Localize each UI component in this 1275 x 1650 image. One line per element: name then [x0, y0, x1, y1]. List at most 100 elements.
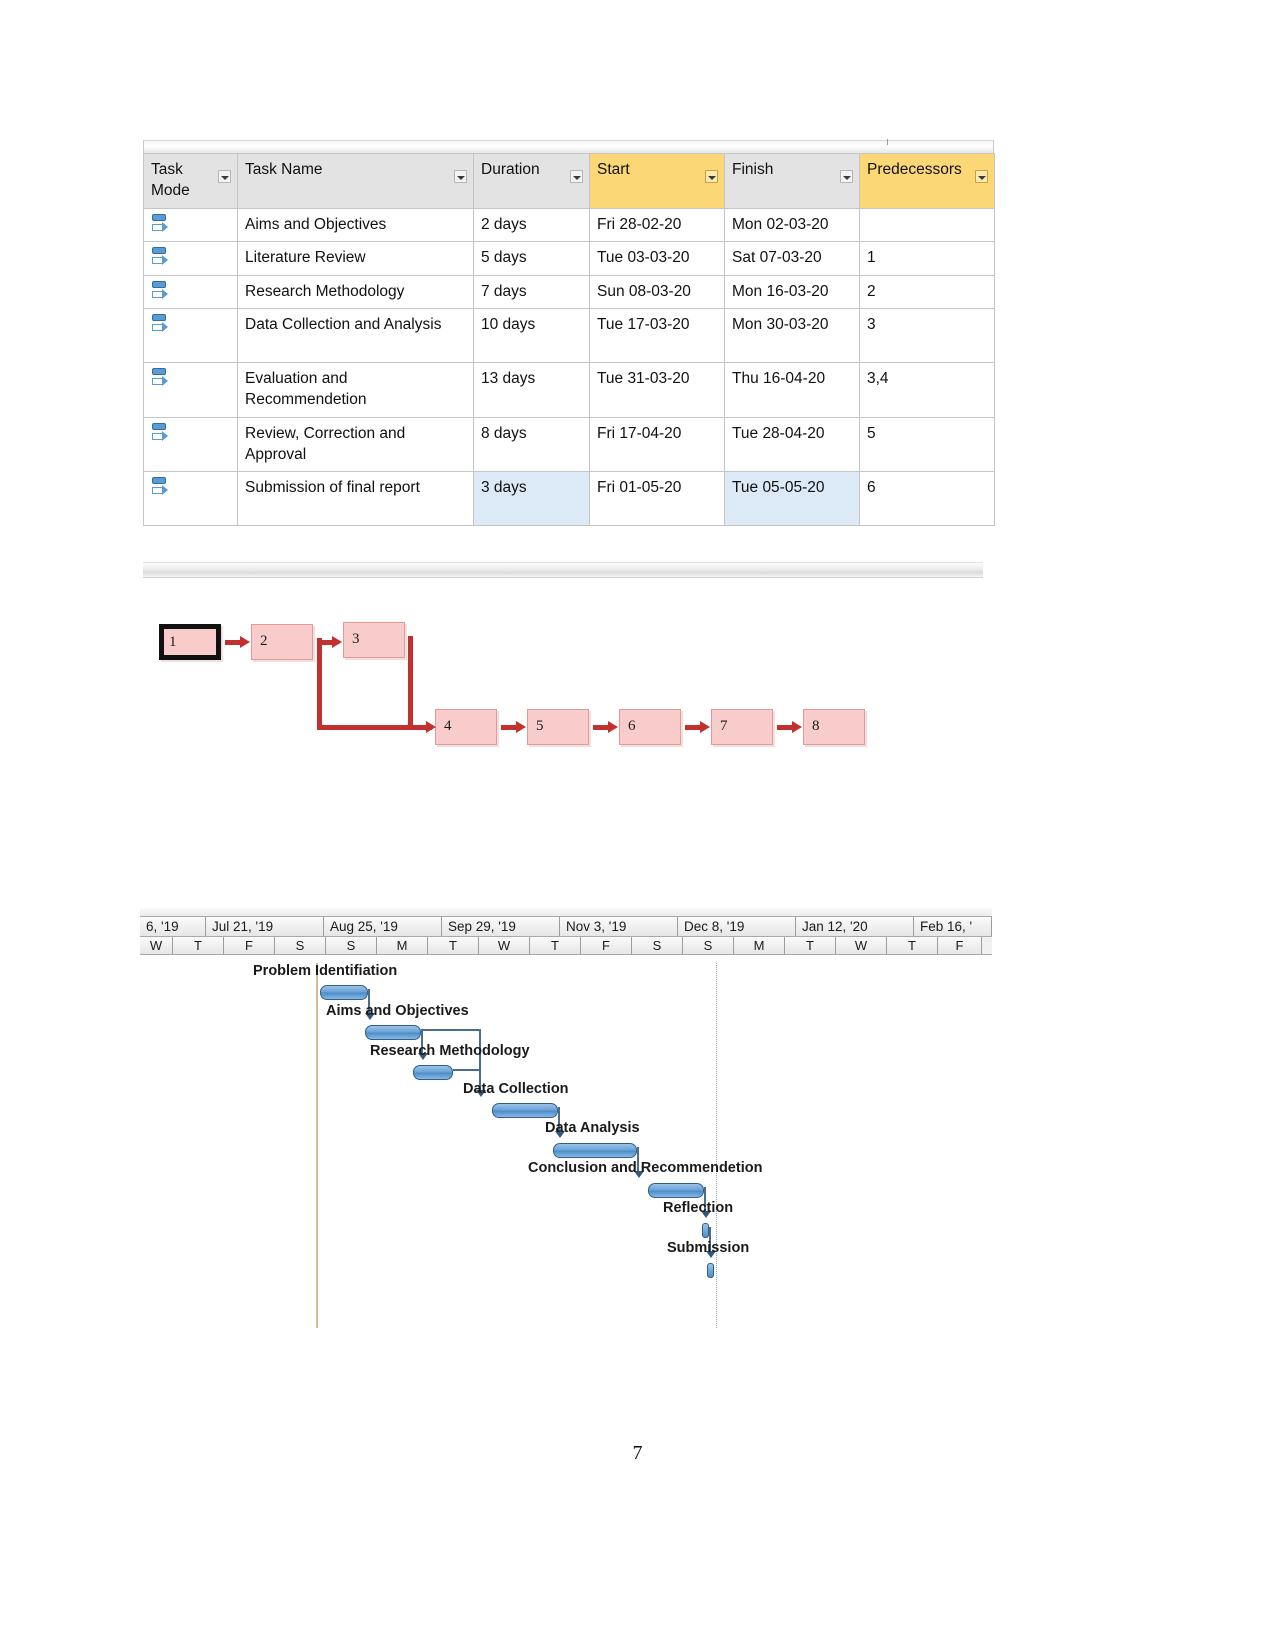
timeline-day-cell[interactable]: F [224, 937, 275, 954]
filter-dropdown-icon[interactable] [840, 170, 853, 183]
filter-dropdown-icon[interactable] [454, 170, 467, 183]
column-header-duration[interactable]: Duration [473, 153, 590, 209]
gantt-bar-reflection[interactable] [702, 1223, 709, 1238]
timeline-day-cell[interactable]: M [734, 937, 785, 954]
finish-cell[interactable]: Mon 16-03-20 [724, 274, 860, 309]
timeline-month-cell[interactable]: Aug 25, '19 [324, 917, 442, 936]
network-node-4[interactable]: 4 [435, 709, 497, 745]
timeline-month-cell[interactable]: Nov 3, '19 [560, 917, 678, 936]
timeline-day-cell[interactable]: S [632, 937, 683, 954]
timeline-month-cell[interactable]: Dec 8, '19 [678, 917, 796, 936]
task-mode-cell[interactable] [143, 471, 238, 527]
task-name-cell[interactable]: Review, Correction and Approval [237, 416, 474, 473]
table-row[interactable]: Review, Correction and Approval 8 days F… [143, 416, 995, 473]
finish-cell[interactable]: Tue 05-05-20 [724, 471, 860, 527]
start-cell[interactable]: Sun 08-03-20 [589, 274, 725, 309]
predecessors-cell[interactable] [859, 207, 995, 243]
timeline-day-cell[interactable]: T [428, 937, 479, 954]
gantt-bar-submission[interactable] [707, 1263, 714, 1278]
table-row[interactable]: Aims and Objectives 2 days Fri 28-02-20 … [143, 207, 995, 243]
table-row[interactable]: Evaluation and Recommendetion 13 days Tu… [143, 361, 995, 418]
timeline-day-cell[interactable]: W [479, 937, 530, 954]
finish-cell[interactable]: Sat 07-03-20 [724, 241, 860, 276]
duration-cell[interactable]: 3 days [473, 471, 590, 527]
predecessors-cell[interactable]: 3 [859, 307, 995, 363]
timeline-day-cell[interactable]: T [530, 937, 581, 954]
timeline-day-cell[interactable]: F [581, 937, 632, 954]
gantt-bar-research-methodology[interactable] [413, 1065, 453, 1080]
finish-cell[interactable]: Mon 02-03-20 [724, 207, 860, 243]
timeline-month-cell[interactable]: Jul 21, '19 [206, 917, 324, 936]
duration-cell[interactable]: 10 days [473, 307, 590, 363]
gantt-bar-data-analysis[interactable] [553, 1143, 637, 1158]
gantt-bar-data-collection[interactable] [492, 1103, 558, 1118]
network-node-1[interactable]: 1 [159, 624, 221, 660]
network-node-6[interactable]: 6 [619, 709, 681, 745]
task-mode-cell[interactable] [143, 274, 238, 309]
task-mode-cell[interactable] [143, 361, 238, 418]
duration-cell[interactable]: 13 days [473, 361, 590, 418]
column-header-predecessors[interactable]: Predecessors [859, 153, 995, 209]
task-mode-cell[interactable] [143, 416, 238, 473]
timeline-day-cell[interactable]: T [173, 937, 224, 954]
finish-cell[interactable]: Mon 30-03-20 [724, 307, 860, 363]
task-name-cell[interactable]: Literature Review [237, 241, 474, 276]
column-header-task-name[interactable]: Task Name [237, 153, 474, 209]
network-node-3[interactable]: 3 [343, 622, 405, 658]
table-row[interactable]: Literature Review 5 days Tue 03-03-20 Sa… [143, 241, 995, 276]
timeline-day-cell[interactable]: S [275, 937, 326, 954]
column-header-start[interactable]: Start [589, 153, 725, 209]
task-name-cell[interactable]: Research Methodology [237, 274, 474, 309]
timeline-day-cell[interactable]: T [785, 937, 836, 954]
filter-dropdown-icon[interactable] [975, 170, 988, 183]
gantt-bar-problem-identifiation[interactable] [320, 985, 368, 1000]
predecessors-cell[interactable]: 2 [859, 274, 995, 309]
start-cell[interactable]: Fri 01-05-20 [589, 471, 725, 527]
timeline-day-cell[interactable]: W [836, 937, 887, 954]
timeline-month-cell[interactable]: Jan 12, '20 [796, 917, 914, 936]
task-mode-cell[interactable] [143, 307, 238, 363]
finish-cell[interactable]: Tue 28-04-20 [724, 416, 860, 473]
start-cell[interactable]: Fri 17-04-20 [589, 416, 725, 473]
duration-cell[interactable]: 8 days [473, 416, 590, 473]
network-node-5[interactable]: 5 [527, 709, 589, 745]
timeline-day-cell[interactable]: W [140, 937, 173, 954]
start-cell[interactable]: Tue 17-03-20 [589, 307, 725, 363]
gantt-bar-aims-and-objectives[interactable] [365, 1025, 421, 1040]
filter-dropdown-icon[interactable] [570, 170, 583, 183]
predecessors-cell[interactable]: 1 [859, 241, 995, 276]
finish-cell[interactable]: Thu 16-04-20 [724, 361, 860, 418]
duration-cell[interactable]: 5 days [473, 241, 590, 276]
timeline-day-cell[interactable]: M [377, 937, 428, 954]
table-row[interactable]: Submission of final report 3 days Fri 01… [143, 471, 995, 527]
timeline-month-cell[interactable]: Feb 16, ' [914, 917, 992, 936]
start-cell[interactable]: Fri 28-02-20 [589, 207, 725, 243]
task-name-cell[interactable]: Evaluation and Recommendetion [237, 361, 474, 418]
timeline-month-cell[interactable]: Sep 29, '19 [442, 917, 560, 936]
table-row[interactable]: Research Methodology 7 days Sun 08-03-20… [143, 274, 995, 309]
table-row[interactable]: Data Collection and Analysis 10 days Tue… [143, 307, 995, 363]
start-cell[interactable]: Tue 31-03-20 [589, 361, 725, 418]
task-name-cell[interactable]: Aims and Objectives [237, 207, 474, 243]
network-node-8[interactable]: 8 [803, 709, 865, 745]
filter-dropdown-icon[interactable] [218, 170, 231, 183]
duration-cell[interactable]: 2 days [473, 207, 590, 243]
column-header-task-mode[interactable]: Task Mode [143, 153, 238, 209]
timeline-month-cell[interactable]: 6, '19 [140, 917, 206, 936]
network-node-2[interactable]: 2 [251, 624, 313, 660]
predecessors-cell[interactable]: 3,4 [859, 361, 995, 418]
column-header-finish[interactable]: Finish [724, 153, 860, 209]
start-cell[interactable]: Tue 03-03-20 [589, 241, 725, 276]
predecessors-cell[interactable]: 5 [859, 416, 995, 473]
network-node-7[interactable]: 7 [711, 709, 773, 745]
filter-dropdown-icon[interactable] [705, 170, 718, 183]
timeline-day-cell[interactable]: T [887, 937, 938, 954]
task-name-cell[interactable]: Submission of final report [237, 471, 474, 527]
predecessors-cell[interactable]: 6 [859, 471, 995, 527]
task-mode-cell[interactable] [143, 207, 238, 243]
duration-cell[interactable]: 7 days [473, 274, 590, 309]
gantt-bar-conclusion-and-recommendetion[interactable] [648, 1183, 704, 1198]
task-name-cell[interactable]: Data Collection and Analysis [237, 307, 474, 363]
task-mode-cell[interactable] [143, 241, 238, 276]
timeline-day-cell[interactable]: F [938, 937, 982, 954]
